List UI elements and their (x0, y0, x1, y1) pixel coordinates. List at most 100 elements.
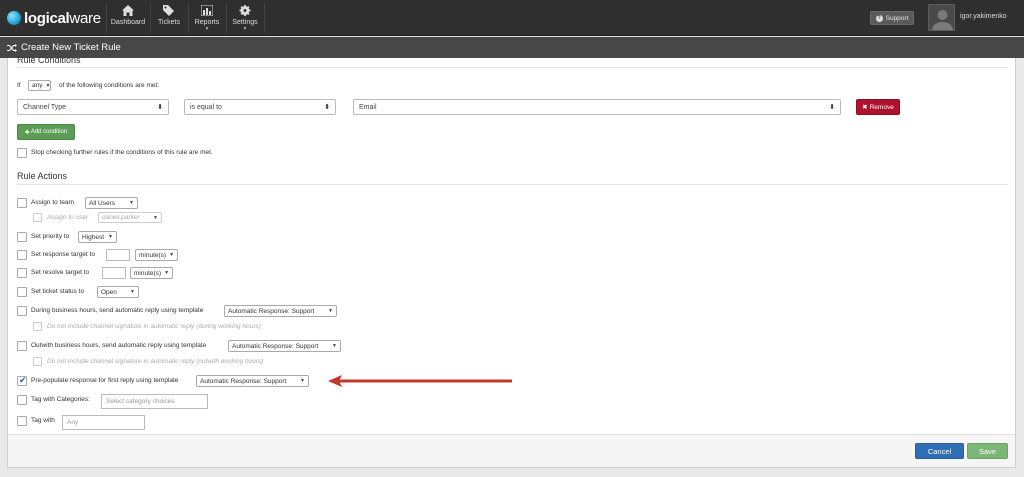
avatar[interactable] (928, 4, 955, 31)
form-footer (8, 434, 1015, 467)
nav-settings-label: Settings (232, 19, 258, 26)
priority-select[interactable]: Highest ▼ (78, 231, 117, 243)
condition-value-select[interactable]: Email ⬍ (353, 99, 841, 115)
nav-reports[interactable]: Reports ▼ (189, 0, 225, 36)
resolve-target-label: Set resolve target to (31, 269, 90, 276)
tag-with-checkbox[interactable] (17, 416, 27, 426)
business-hours-checkbox[interactable] (17, 306, 27, 316)
outwith-hours-sig-checkbox[interactable] (33, 357, 42, 366)
support-label: Support (885, 14, 909, 22)
logo-text-light: ware (69, 9, 101, 27)
chevron-down-icon: ▼ (129, 200, 134, 206)
logo-text-bold: logical (24, 9, 70, 27)
assign-team-select[interactable]: All Users ▼ (85, 197, 138, 209)
tag-with-input[interactable]: Any (62, 415, 145, 430)
stop-rules-label: Stop checking further rules if the condi… (31, 149, 213, 156)
chevron-down-icon: ▼ (328, 308, 333, 314)
sort-arrows-icon: ⬍ (157, 103, 163, 111)
tag-categories-input[interactable]: Select category choices (101, 394, 208, 409)
response-target-checkbox[interactable] (17, 250, 27, 260)
prepopulate-template-select[interactable]: Automatic Response: Support ▼ (196, 375, 309, 387)
username[interactable]: igor.yakimenko (960, 13, 1007, 20)
ticket-status-label: Set ticket status to (31, 288, 85, 295)
chevron-down-icon: ▼ (164, 270, 170, 276)
assign-user-select[interactable]: daniel.parker ▼ (98, 212, 162, 223)
chevron-down-icon: ▼ (332, 343, 337, 349)
nav-tickets-label: Tickets (158, 19, 180, 26)
cancel-button[interactable]: Cancel (915, 443, 964, 459)
nav-reports-label: Reports (194, 19, 220, 26)
user-silhouette-icon (932, 10, 953, 30)
nav-divider (264, 3, 265, 33)
logo-icon (7, 11, 21, 25)
chevron-down-icon: ▼ (108, 234, 113, 240)
ticket-status-select[interactable]: Open ▼ (97, 286, 139, 298)
close-icon: ✖ (862, 104, 868, 111)
tag-categories-checkbox[interactable] (17, 395, 27, 405)
logo[interactable]: logicalware (7, 9, 101, 27)
match-type-select[interactable]: any ▼ (28, 80, 51, 91)
condition-field-select[interactable]: Channel Type ⬍ (17, 99, 169, 115)
chevron-down-icon: ▼ (153, 214, 158, 221)
outwith-hours-sig-label: Do not include channel signature in auto… (47, 358, 264, 365)
section-divider (17, 184, 1008, 185)
actions-section-title: Rule Actions (17, 171, 68, 181)
top-navbar: logicalware Dashboard Tickets Reports ▼ … (0, 0, 1024, 36)
match-suffix-label: of the following conditions are met: (59, 82, 160, 89)
business-hours-sig-checkbox[interactable] (33, 322, 42, 331)
business-hours-sig-label: Do not include channel signature in auto… (47, 323, 261, 330)
tags-icon (163, 5, 174, 16)
nav-settings[interactable]: Settings ▼ (227, 0, 263, 36)
chevron-down-icon: ▼ (45, 82, 51, 89)
priority-label: Set priority to (31, 233, 70, 240)
chevron-down-icon: ▼ (204, 26, 210, 32)
page-title-bar: Create New Ticket Rule (0, 37, 1024, 58)
stop-rules-checkbox[interactable] (17, 148, 27, 158)
plus-icon: ✚ (24, 129, 30, 136)
nav-dashboard-label: Dashboard (110, 19, 146, 26)
remove-condition-button[interactable]: ✖ Remove (856, 99, 900, 115)
annotation-arrow-icon (328, 375, 512, 387)
sort-arrows-icon: ⬍ (324, 103, 330, 111)
prepopulate-label: Pre-populate response for first reply us… (31, 377, 179, 384)
question-icon: ? (875, 14, 883, 22)
response-unit-select[interactable]: minute(s) ▼ (135, 249, 178, 261)
tag-categories-label: Tag with Categories: (31, 396, 90, 403)
save-button[interactable]: Save (967, 443, 1008, 459)
resolve-unit-select[interactable]: minute(s) ▼ (130, 267, 173, 279)
outwith-hours-label: Outwith business hours, send automatic r… (31, 342, 207, 349)
resolve-target-checkbox[interactable] (17, 268, 27, 278)
sort-arrows-icon: ⬍ (829, 103, 835, 111)
if-label: If (17, 82, 21, 89)
bar-chart-icon (201, 5, 213, 16)
page-title: Create New Ticket Rule (21, 42, 121, 53)
assign-user-label: Assign to user (47, 214, 89, 221)
assign-team-checkbox[interactable] (17, 198, 27, 208)
conditions-section-title: Rule Conditions (17, 55, 81, 65)
tag-with-label: Tag with (31, 417, 55, 424)
assign-team-label: Assign to team (31, 199, 74, 206)
assign-user-checkbox[interactable] (33, 213, 42, 222)
nav-tickets[interactable]: Tickets (151, 0, 187, 36)
outwith-hours-template-select[interactable]: Automatic Response: Support ▼ (228, 340, 341, 352)
resolve-target-input[interactable] (102, 267, 126, 279)
ticket-status-checkbox[interactable] (17, 287, 27, 297)
chevron-down-icon: ▼ (242, 26, 248, 32)
shuffle-icon (7, 43, 17, 52)
business-hours-label: During business hours, send automatic re… (31, 307, 204, 314)
response-target-input[interactable] (106, 249, 130, 261)
chevron-down-icon: ▼ (130, 289, 135, 295)
priority-checkbox[interactable] (17, 232, 27, 242)
prepopulate-checkbox[interactable] (17, 375, 27, 386)
rule-form-panel: Rule Conditions If any ▼ of the following… (7, 55, 1016, 468)
chevron-down-icon: ▼ (169, 252, 175, 258)
support-button[interactable]: ? Support (870, 11, 914, 25)
gear-icon (239, 5, 251, 16)
nav-dashboard[interactable]: Dashboard (107, 0, 149, 36)
add-condition-button[interactable]: ✚ Add condition (17, 124, 75, 140)
business-hours-template-select[interactable]: Automatic Response: Support ▼ (224, 305, 337, 317)
condition-operator-select[interactable]: is equal to ⬍ (184, 99, 336, 115)
response-target-label: Set response target to (31, 251, 95, 258)
chevron-down-icon: ▼ (300, 378, 305, 384)
outwith-hours-checkbox[interactable] (17, 341, 27, 351)
